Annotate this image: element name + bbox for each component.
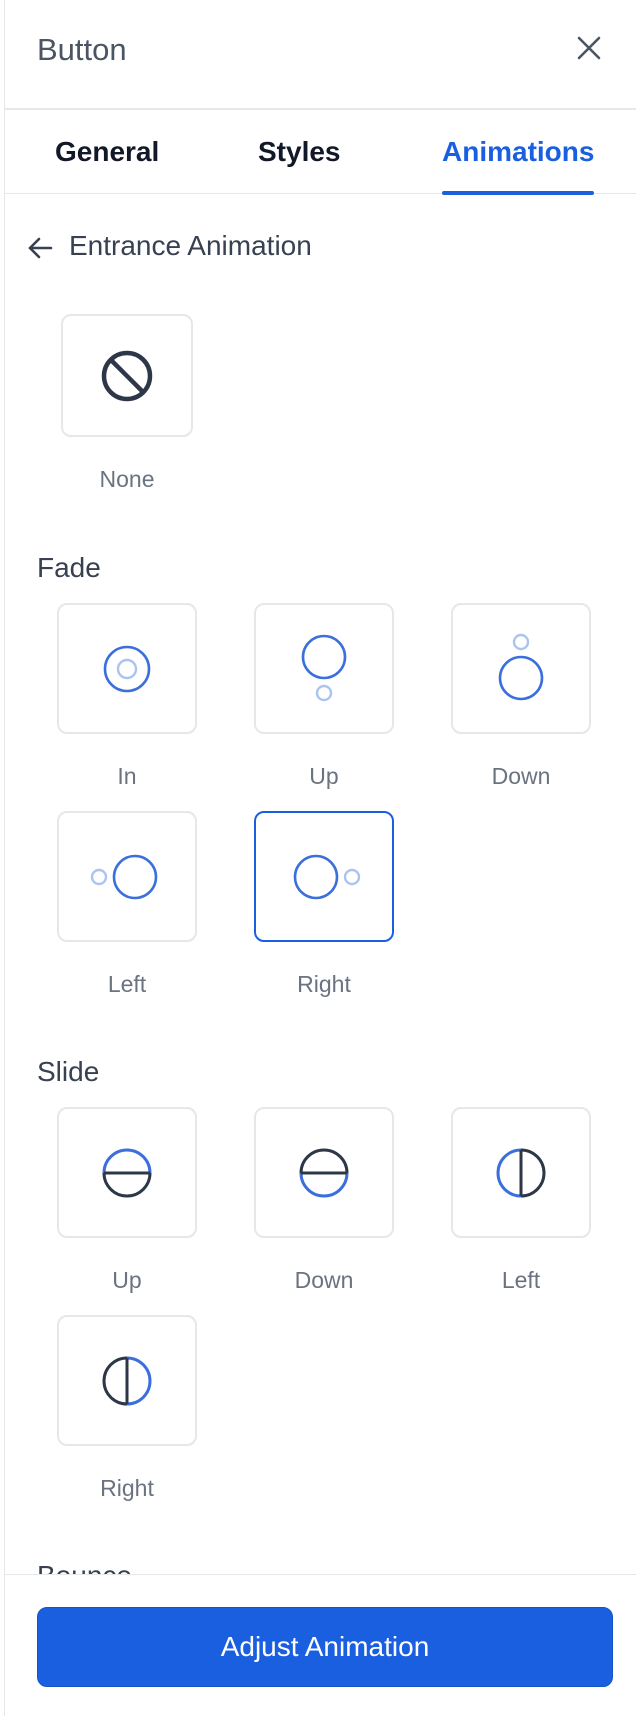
- slide-down-tile[interactable]: [254, 1107, 394, 1238]
- slide-up-label: Up: [112, 1267, 142, 1293]
- tab-general[interactable]: General: [55, 110, 159, 194]
- slide-right-icon: [102, 1356, 152, 1405]
- fade-down-label: Down: [491, 763, 551, 789]
- slide-down-label: Down: [294, 1267, 354, 1293]
- slide-right-tile[interactable]: [57, 1315, 197, 1446]
- panel-title: Button: [37, 32, 127, 67]
- tab-animations[interactable]: Animations: [442, 110, 595, 195]
- panel-footer: Adjust Animation: [5, 1574, 636, 1716]
- panel-header: Button: [5, 0, 636, 110]
- fade-left-icon: [90, 854, 158, 899]
- fade-down-tile[interactable]: [451, 603, 591, 734]
- fade-right-label: Right: [297, 971, 351, 997]
- animation-panel: Button General Styles Animations Entranc…: [4, 0, 636, 1716]
- fade-up-tile[interactable]: [254, 603, 394, 734]
- fade-right-tile[interactable]: [254, 811, 394, 942]
- tab-bar: General Styles Animations: [5, 110, 636, 195]
- fade-left-tile[interactable]: [57, 811, 197, 942]
- fade-in-tile[interactable]: [57, 603, 197, 734]
- fade-in-icon: [103, 645, 151, 692]
- adjust-animation-button[interactable]: Adjust Animation: [37, 1607, 613, 1687]
- section-title: Entrance Animation: [69, 230, 312, 261]
- slide-left-label: Left: [501, 1267, 541, 1293]
- fade-up-icon: [301, 634, 347, 701]
- fade-up-label: Up: [309, 763, 339, 789]
- slide-right-label: Right: [100, 1475, 154, 1501]
- fade-down-icon: [498, 633, 544, 700]
- close-icon[interactable]: [571, 30, 607, 66]
- slide-up-tile[interactable]: [57, 1107, 197, 1238]
- slide-left-tile[interactable]: [451, 1107, 591, 1238]
- none-icon: [101, 350, 153, 401]
- animation-none-tile[interactable]: [61, 314, 193, 437]
- fade-in-label: In: [117, 763, 137, 789]
- back-arrow-icon[interactable]: [23, 230, 59, 266]
- group-title-slide: Slide: [37, 1056, 100, 1087]
- group-title-fade: Fade: [37, 552, 101, 583]
- slide-left-icon: [496, 1148, 546, 1197]
- fade-left-label: Left: [107, 971, 147, 997]
- animation-none-label: None: [99, 466, 155, 492]
- tab-styles[interactable]: Styles: [258, 110, 341, 194]
- fade-right-icon: [293, 854, 361, 899]
- slide-down-icon: [299, 1148, 349, 1197]
- slide-up-icon: [102, 1148, 152, 1197]
